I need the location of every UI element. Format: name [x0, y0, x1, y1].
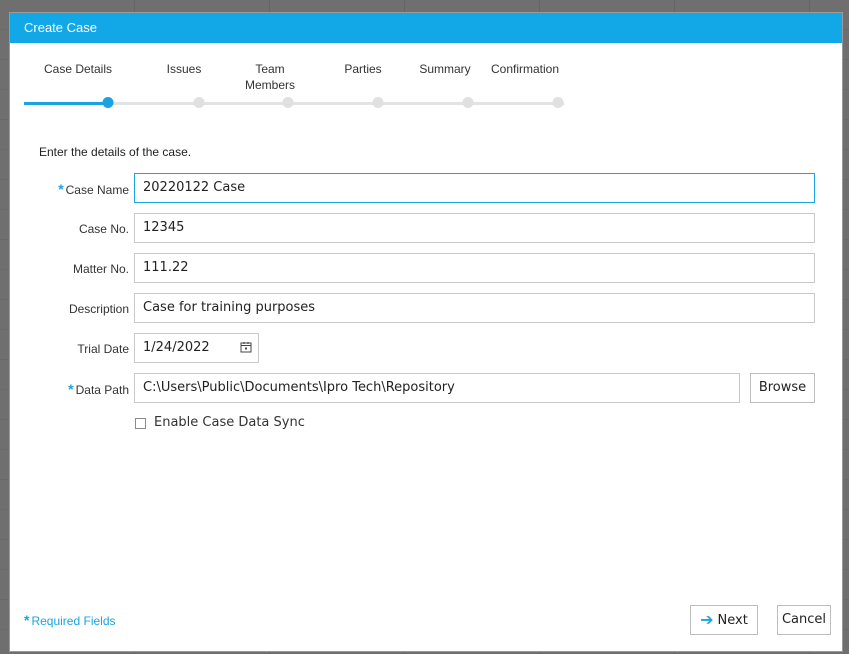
matter-no-input[interactable]: 111.22	[134, 253, 815, 283]
trial-date-label: Trial Date	[77, 342, 129, 356]
step-case-details[interactable]: Case Details	[28, 61, 128, 77]
case-name-input[interactable]: 20220122 Case	[134, 173, 815, 203]
step-dot-case-details	[102, 97, 114, 108]
enable-sync-label: Enable Case Data Sync	[154, 415, 305, 430]
step-dot-confirmation	[552, 97, 564, 108]
create-case-dialog: Create Case Case Details Issues Team Mem…	[9, 12, 843, 652]
enable-sync-checkbox[interactable]	[135, 418, 146, 429]
browse-button[interactable]: Browse	[750, 373, 815, 403]
case-no-label: Case No.	[78, 222, 129, 236]
step-issues[interactable]: Issues	[134, 61, 234, 77]
matter-no-label: Matter No.	[72, 262, 129, 276]
arrow-right-icon: ➔	[700, 610, 714, 629]
data-path-input[interactable]: C:\Users\Public\Documents\Ipro Tech\Repo…	[134, 373, 740, 403]
step-dot-team-members	[282, 97, 294, 108]
step-team-members[interactable]: Team Members	[220, 61, 320, 93]
required-star: *	[68, 381, 74, 397]
trial-date-value: 1/24/2022	[143, 340, 210, 355]
progress-fill	[24, 102, 108, 105]
step-dot-summary	[462, 97, 474, 108]
step-dot-parties	[372, 97, 384, 108]
required-star: *	[24, 612, 30, 628]
calendar-icon[interactable]	[240, 341, 252, 353]
required-star: *	[58, 181, 64, 197]
step-confirmation[interactable]: Confirmation	[475, 61, 575, 77]
step-dot-issues	[193, 97, 205, 108]
cancel-button[interactable]: Cancel	[777, 605, 831, 635]
next-button[interactable]: ➔ Next	[690, 605, 758, 635]
trial-date-input[interactable]: 1/24/2022	[134, 333, 259, 363]
data-path-label: * Data Path	[68, 381, 129, 397]
case-name-label: * Case Name	[58, 181, 129, 197]
case-no-input[interactable]: 12345	[134, 213, 815, 243]
dialog-title: Create Case	[10, 13, 842, 43]
required-fields-note: * Required Fields	[24, 612, 116, 628]
description-input[interactable]: Case for training purposes	[134, 293, 815, 323]
form-intro: Enter the details of the case.	[39, 145, 192, 159]
description-label: Description	[68, 302, 129, 316]
